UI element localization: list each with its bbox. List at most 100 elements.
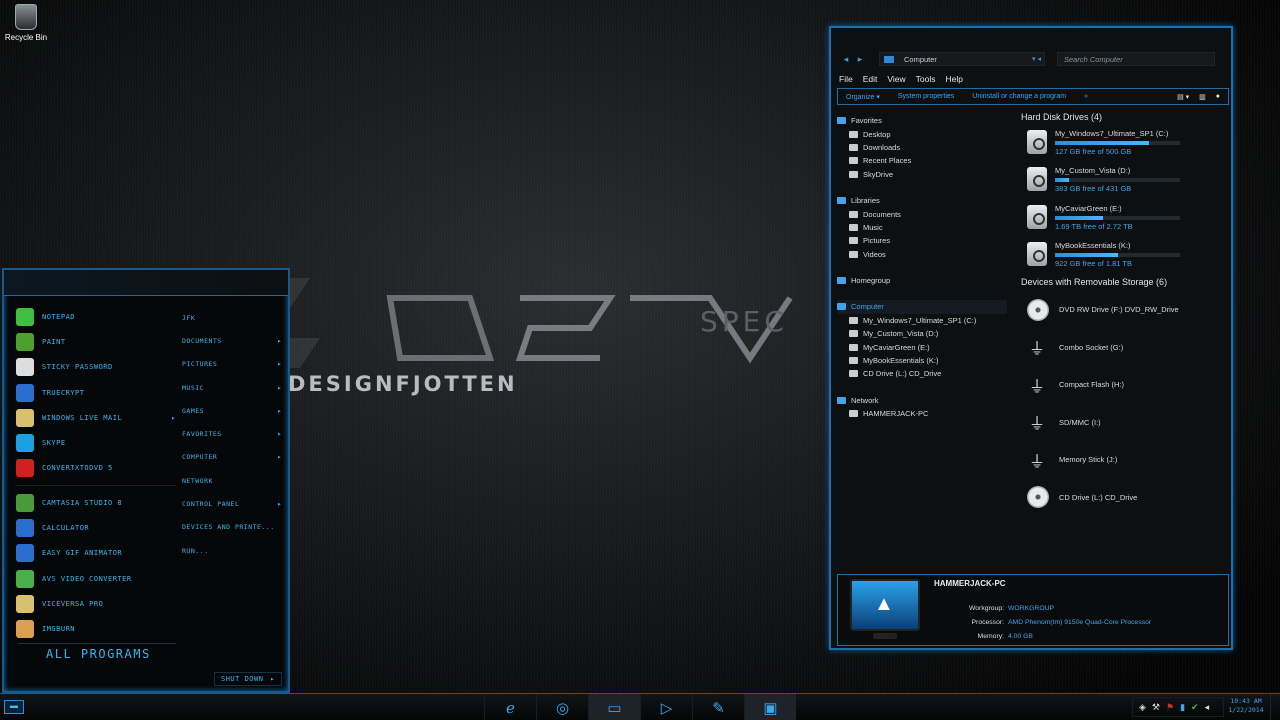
removable-device-item[interactable]: CD Drive (L:) CD_Drive <box>1021 479 1226 517</box>
start-program-item[interactable]: VICEVERSA PRO <box>16 591 176 616</box>
start-place-item[interactable]: FAVORITES ▸ <box>182 422 282 445</box>
clock[interactable]: 10:43 AM 1/22/2014 <box>1226 697 1266 715</box>
tree-item[interactable]: Desktop <box>837 127 1007 140</box>
media-player-icon[interactable]: ◎ <box>536 694 588 720</box>
start-program-item[interactable]: STICKY PASSWORD <box>16 355 176 380</box>
tray-app-icon[interactable]: ◈ <box>1139 702 1146 713</box>
start-place-item[interactable]: CONTROL PANEL ▸ <box>182 492 282 515</box>
tree-item[interactable]: Music <box>837 221 1007 234</box>
tree-item[interactable]: Documents <box>837 207 1007 220</box>
start-program-item[interactable]: WINDOWS LIVE MAIL ▸ <box>16 405 176 430</box>
tree-item[interactable]: Favorites <box>837 114 1007 127</box>
start-program-item[interactable]: CONVERTXTODVD 5 <box>16 456 176 481</box>
tray-tools-icon[interactable]: ⚒ <box>1152 702 1160 713</box>
tree-item[interactable]: Homegroup <box>837 274 1007 287</box>
play-icon[interactable]: ▷ <box>640 694 692 720</box>
shutdown-button[interactable]: SHUT DOWN ▸ <box>214 672 282 686</box>
internet-explorer-icon[interactable]: ℯ <box>484 694 536 720</box>
app-window-icon[interactable]: ▣ <box>744 694 796 720</box>
tree-item[interactable]: SkyDrive <box>837 168 1007 181</box>
tree-item[interactable]: MyCaviarGreen (E:) <box>837 340 1007 353</box>
start-place-item[interactable]: RUN... <box>182 539 282 562</box>
back-arrow-icon[interactable]: ◂ <box>839 54 853 65</box>
device-name: DVD RW Drive (F:) DVD_RW_Drive <box>1059 305 1179 315</box>
hard-disk-drives-header[interactable]: Hard Disk Drives (4) <box>1021 112 1226 126</box>
shutdown-arrow-icon[interactable]: ▸ <box>270 675 275 683</box>
start-program-item[interactable]: PAINT <box>16 329 176 354</box>
command-button[interactable]: Uninstall or change a program <box>972 93 1066 100</box>
command-button[interactable]: » <box>1084 93 1088 100</box>
tree-item[interactable]: Network <box>837 394 1007 407</box>
explorer-folder-icon[interactable]: ▭ <box>588 694 640 720</box>
menu-item[interactable]: File <box>839 74 853 84</box>
start-place-item[interactable]: PICTURES ▸ <box>182 353 282 376</box>
start-button[interactable]: ▬ <box>4 700 24 714</box>
start-program-item[interactable]: EASY GIF ANIMATOR <box>16 541 176 566</box>
tree-item[interactable]: HAMMERJACK-PC <box>837 407 1007 420</box>
forward-arrow-icon[interactable]: ▸ <box>853 54 867 65</box>
address-bar[interactable]: Computer ▾ ◂ <box>879 52 1045 66</box>
tree-item[interactable]: Libraries <box>837 194 1007 207</box>
removable-device-item[interactable]: ⏚ Compact Flash (H:) <box>1021 366 1226 404</box>
search-input[interactable]: Search Computer <box>1057 52 1215 66</box>
start-program-item[interactable]: NOTEPAD <box>16 304 176 329</box>
tree-item[interactable]: Videos <box>837 248 1007 261</box>
submenu-arrow-icon[interactable]: ▸ <box>277 407 282 415</box>
tree-item[interactable]: Computer <box>837 300 1007 314</box>
submenu-arrow-icon[interactable]: ▸ <box>277 360 282 368</box>
start-program-item[interactable]: AVS VIDEO CONVERTER <box>16 566 176 591</box>
hard-drive-item[interactable]: MyCaviarGreen (E:) 1.69 TB free of 2.72 T… <box>1021 201 1226 238</box>
tray-volume-icon[interactable]: ◂ <box>1205 702 1210 713</box>
start-place-item[interactable]: DEVICES AND PRINTE... <box>182 516 282 539</box>
all-programs-button[interactable]: ALL PROGRAMS <box>18 643 176 665</box>
start-place-item[interactable]: JFK <box>182 306 282 329</box>
submenu-arrow-icon[interactable]: ▸ <box>277 500 282 508</box>
tree-item[interactable]: CD Drive (L:) CD_Drive <box>837 367 1007 380</box>
removable-device-item[interactable]: ⏚ SD/MMC (I:) <box>1021 404 1226 442</box>
paint-brush-icon[interactable]: ✎ <box>692 694 744 720</box>
recycle-bin-desktop-icon[interactable]: Recycle Bin <box>4 4 48 42</box>
menu-item[interactable]: Edit <box>863 74 878 84</box>
preview-pane-icon[interactable]: ▥ <box>1199 93 1206 101</box>
removable-storage-header[interactable]: Devices with Removable Storage (6) <box>1021 277 1226 291</box>
address-dropdown-icon[interactable]: ▾ ◂ <box>1032 55 1044 63</box>
start-program-item[interactable]: CAMTASIA STUDIO 8 <box>16 490 176 515</box>
tree-item[interactable]: Recent Places <box>837 154 1007 167</box>
show-desktop-button[interactable] <box>1270 694 1280 720</box>
help-icon[interactable]: ● <box>1216 93 1220 101</box>
command-button[interactable]: System properties <box>898 93 954 100</box>
start-place-item[interactable]: COMPUTER ▸ <box>182 446 282 469</box>
hard-drive-item[interactable]: MyBookEssentials (K:) 922 GB free of 1.81… <box>1021 238 1226 275</box>
menu-item[interactable]: View <box>887 74 905 84</box>
submenu-arrow-icon[interactable]: ▸ <box>277 430 282 438</box>
submenu-arrow-icon[interactable]: ▸ <box>277 337 282 345</box>
start-program-item[interactable]: CALCULATOR <box>16 515 176 540</box>
start-place-item[interactable]: GAMES ▸ <box>182 399 282 422</box>
tree-item[interactable]: MyBookEssentials (K:) <box>837 354 1007 367</box>
removable-device-item[interactable]: ⏚ Combo Socket (G:) <box>1021 329 1226 367</box>
start-place-item[interactable]: NETWORK <box>182 469 282 492</box>
start-program-item[interactable]: SKYPE <box>16 430 176 455</box>
removable-device-item[interactable]: ⏚ Memory Stick (J:) <box>1021 441 1226 479</box>
menu-item[interactable]: Tools <box>916 74 936 84</box>
submenu-arrow-icon[interactable]: ▸ <box>171 414 176 422</box>
menu-item[interactable]: Help <box>945 74 962 84</box>
submenu-arrow-icon[interactable]: ▸ <box>277 453 282 461</box>
tree-item[interactable]: My_Custom_Vista (D:) <box>837 327 1007 340</box>
tree-item[interactable]: My_Windows7_Ultimate_SP1 (C:) <box>837 314 1007 327</box>
start-place-item[interactable]: MUSIC ▸ <box>182 376 282 399</box>
tree-item[interactable]: Downloads <box>837 141 1007 154</box>
tree-item[interactable]: Pictures <box>837 234 1007 247</box>
tray-flag-icon[interactable]: ⚑ <box>1166 702 1174 713</box>
start-program-item[interactable]: TRUECRYPT <box>16 380 176 405</box>
tray-check-icon[interactable]: ✔ <box>1191 702 1199 713</box>
hard-drive-item[interactable]: My_Windows7_Ultimate_SP1 (C:) 127 GB free… <box>1021 126 1226 163</box>
submenu-arrow-icon[interactable]: ▸ <box>277 384 282 392</box>
start-program-item[interactable]: IMGBURN <box>16 617 176 642</box>
command-button[interactable]: Organize ▾ <box>846 93 880 101</box>
tray-network-icon[interactable]: ▮ <box>1180 702 1185 713</box>
start-place-item[interactable]: DOCUMENTS ▸ <box>182 329 282 352</box>
hard-drive-item[interactable]: My_Custom_Vista (D:) 383 GB free of 431 G… <box>1021 163 1226 200</box>
removable-device-item[interactable]: DVD RW Drive (F:) DVD_RW_Drive <box>1021 291 1226 329</box>
view-options-icon[interactable]: ▤ ▾ <box>1177 93 1189 101</box>
